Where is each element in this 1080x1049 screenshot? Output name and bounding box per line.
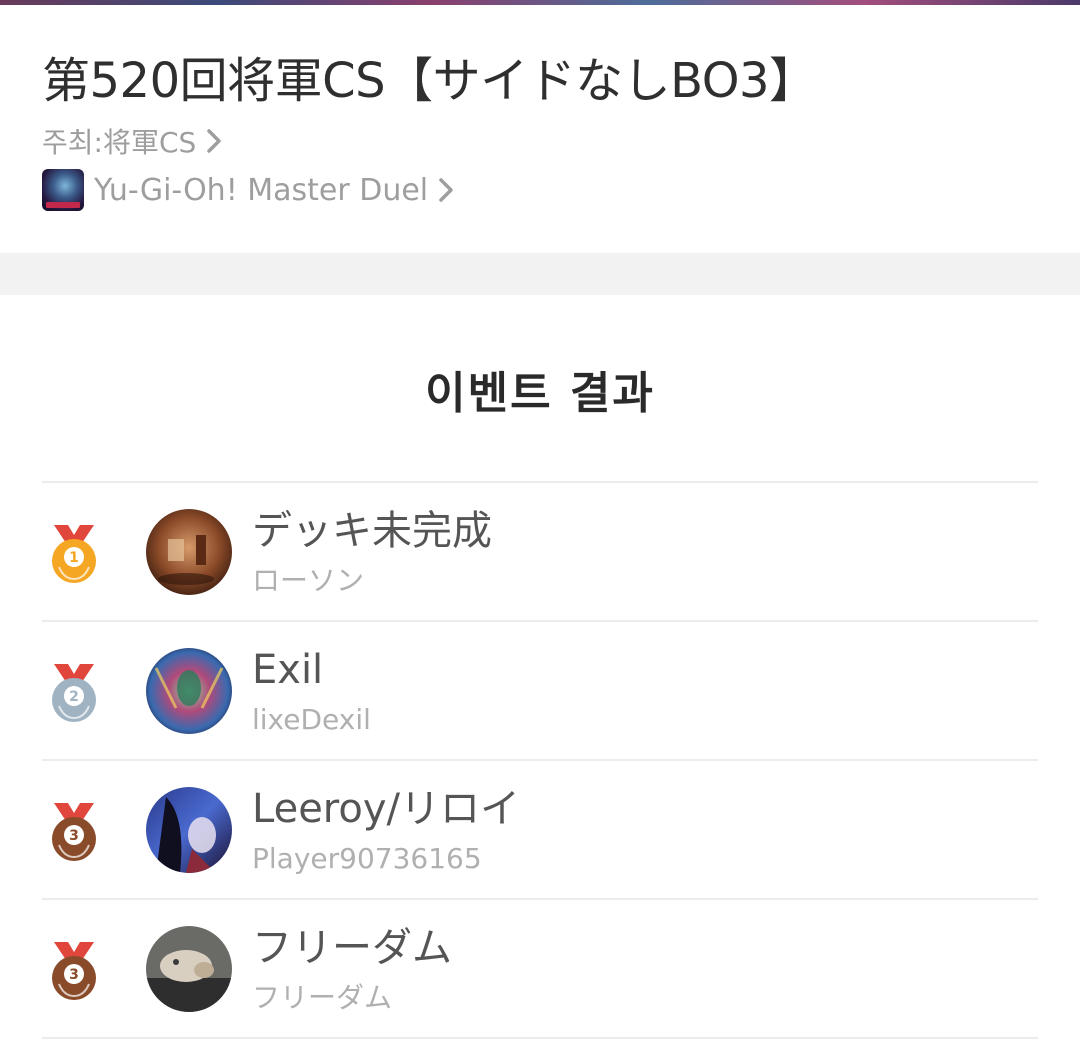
result-row[interactable]: 3 Leeroy/リロイ Player90736165 [42, 761, 1038, 900]
medal-rank: 1 [69, 550, 79, 566]
game-link[interactable]: Yu-Gi-Oh! Master Duel [42, 167, 456, 213]
event-header: 第520回将軍CS【サイドなしBO3】 주최:将軍CS Yu-Gi-Oh! Ma… [0, 5, 1080, 253]
player-sub-name: フリーダム [252, 981, 393, 1014]
player-avatar [146, 926, 232, 1012]
result-row[interactable]: 3 フリーダム フリーダム [42, 900, 1038, 1039]
player-name: フリーダム [252, 925, 452, 971]
bronze-medal-icon: 3 [52, 803, 96, 861]
result-row[interactable]: 1 デッキ未完成 ローソン [42, 483, 1038, 622]
player-avatar [146, 509, 232, 595]
player-name: デッキ未完成 [252, 508, 492, 554]
results-section: 이벤트 결과 1 デッキ未完成 ローソン 2 Exil lixeDexil 3 … [0, 295, 1080, 1049]
chevron-right-icon [436, 174, 456, 206]
results-heading: 이벤트 결과 [425, 368, 655, 419]
bronze-medal-icon: 3 [52, 942, 96, 1000]
player-name: Exil [252, 647, 324, 693]
host-label: 주최:将軍CS [42, 126, 197, 159]
player-sub-name: ローソン [252, 564, 365, 597]
player-avatar [146, 787, 232, 873]
player-avatar [146, 648, 232, 734]
host-link[interactable]: 주최:将軍CS [42, 123, 224, 159]
results-list: 1 デッキ未完成 ローソン 2 Exil lixeDexil 3 Leeroy/… [42, 481, 1038, 1039]
medal-rank: 3 [69, 828, 79, 844]
medal-rank: 3 [69, 967, 79, 983]
player-sub-name: lixeDexil [252, 703, 371, 736]
player-sub-name: Player90736165 [252, 842, 482, 875]
result-row[interactable]: 2 Exil lixeDexil [42, 622, 1038, 761]
player-name: Leeroy/リロイ [252, 786, 520, 832]
medal-rank: 2 [69, 689, 79, 705]
event-title: 第520回将軍CS【サイドなしBO3】 [42, 53, 817, 109]
game-name: Yu-Gi-Oh! Master Duel [94, 172, 429, 208]
chevron-right-icon [204, 125, 224, 157]
section-divider-band [0, 253, 1080, 295]
silver-medal-icon: 2 [52, 664, 96, 722]
game-app-icon [42, 169, 84, 211]
gold-medal-icon: 1 [52, 525, 96, 583]
